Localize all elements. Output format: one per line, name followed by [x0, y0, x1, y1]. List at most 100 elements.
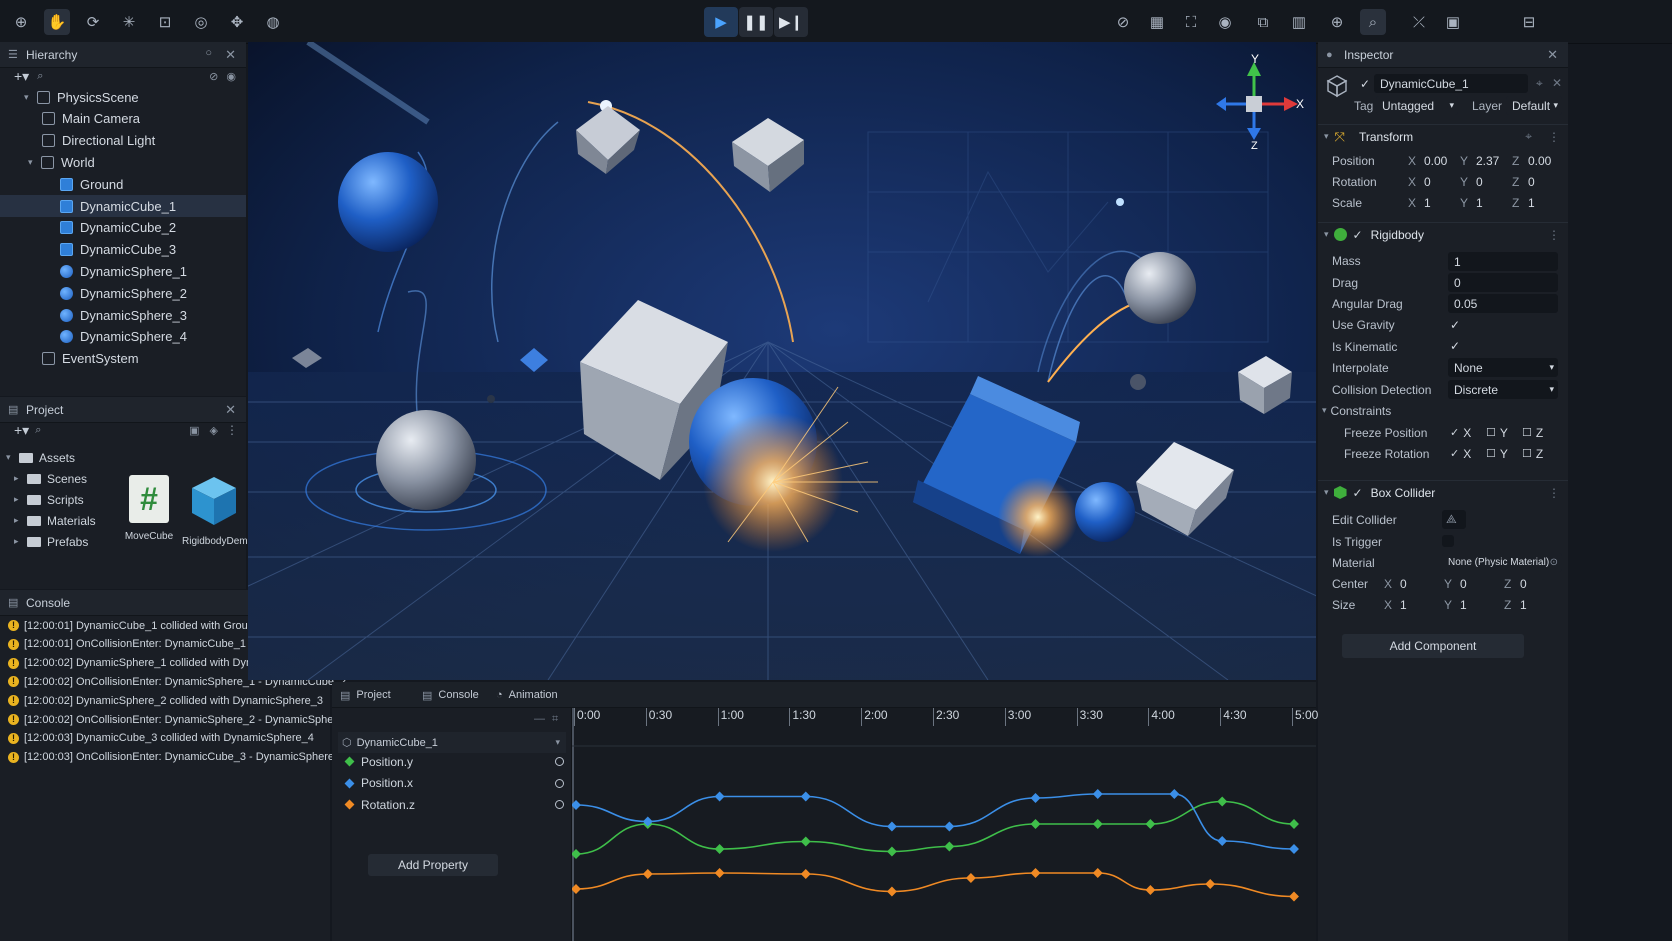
tab-console[interactable]: ▤ Console	[422, 682, 479, 708]
interpolate-dropdown[interactable]: None ▾	[1448, 358, 1558, 377]
tab-animation[interactable]: ◔ Animation	[496, 682, 558, 708]
close-icon[interactable]: ✕	[1552, 76, 1562, 90]
asset-rigidbodydemo[interactable]: RigidbodyDemo	[182, 475, 253, 547]
transform-gizmo-icon[interactable]: ⊕	[8, 9, 34, 35]
freeze-x-toggle[interactable]: ✓ X	[1450, 423, 1471, 442]
orientation-gizmo[interactable]: Y X Z	[1214, 52, 1306, 154]
chevron-down-icon[interactable]: ▾	[24, 92, 34, 103]
transform-z-field[interactable]: Z1	[1512, 194, 1535, 213]
hierarchy-item[interactable]: DynamicCube_2	[0, 217, 246, 239]
animation-track[interactable]: Rotation.z	[344, 794, 564, 815]
clip-object-row[interactable]: ⬡ DynamicCube_1 ▾	[338, 732, 566, 753]
tab-project[interactable]: ▤ Project	[340, 682, 391, 708]
x-field[interactable]: X0	[1384, 574, 1407, 593]
pause-button[interactable]: ❚❚	[739, 7, 773, 37]
project-search[interactable]: +▾ ⌕ ▣ ◈ ⋮	[6, 420, 240, 440]
transform-y-field[interactable]: Y0	[1460, 172, 1483, 191]
transform-x-field[interactable]: X0	[1408, 172, 1431, 191]
layers-icon[interactable]: ⧉	[1250, 9, 1276, 35]
lock-icon[interactable]: ○	[205, 47, 212, 59]
enabled-check[interactable]: ✓	[1353, 228, 1363, 242]
account-icon[interactable]: ⊟	[1516, 9, 1542, 35]
position-x-keyframe[interactable]	[572, 800, 581, 810]
console-line[interactable]: ! [12:00:01] DynamicCube_1 collided with …	[8, 616, 260, 635]
use-gravity-checkbox[interactable]: ✓	[1450, 318, 1460, 332]
position-y-keyframe[interactable]	[572, 849, 581, 859]
enabled-check[interactable]: ✓	[1353, 486, 1363, 500]
play-button[interactable]: ▶	[704, 7, 738, 37]
position-x-keyframe[interactable]	[1289, 844, 1299, 854]
asset-movecube[interactable]: # MoveCube	[124, 475, 174, 542]
layer-dropdown[interactable]: Default ▾	[1506, 96, 1562, 115]
add-icon[interactable]: +▾	[14, 68, 29, 85]
position-y-keyframe[interactable]	[1289, 819, 1299, 829]
position-y-keyframe[interactable]	[1030, 819, 1041, 829]
search-icon[interactable]: ⌕	[1360, 9, 1386, 35]
active-checkbox[interactable]: ✓	[1360, 77, 1370, 91]
rotation-z-keyframe[interactable]	[886, 886, 897, 897]
more-icon[interactable]: ⋮	[1548, 228, 1560, 242]
edit-collider-button[interactable]: ⟁	[1442, 510, 1466, 529]
animation-track[interactable]: Position.x	[344, 773, 564, 794]
globe-icon[interactable]: ◍	[260, 9, 286, 35]
save-search-icon[interactable]: ▣	[189, 424, 199, 437]
label-icon[interactable]: ◈	[210, 424, 218, 437]
add-component-button[interactable]: Add Component	[1342, 634, 1524, 658]
collision-detection-dropdown[interactable]: Discrete ▾	[1448, 380, 1558, 399]
drag-field[interactable]: 0	[1448, 273, 1558, 292]
record-circle-icon[interactable]	[555, 778, 564, 788]
chevron-down-icon[interactable]: ▾	[28, 157, 38, 168]
rotation-z-keyframe[interactable]	[965, 873, 976, 883]
timeline-area[interactable]: 0:00 0:30 1:00 1:30 2:00 2:30 3:00 3:30 4:00 4:30…	[572, 708, 1318, 941]
position-x-keyframe[interactable]	[886, 821, 897, 832]
pin-icon[interactable]: ⌖	[1536, 76, 1543, 91]
mass-field[interactable]: 1	[1448, 252, 1558, 271]
move-tool-icon[interactable]: ✥	[224, 9, 250, 35]
z-field[interactable]: Z0	[1504, 574, 1527, 593]
collapse-icon[interactable]: —	[534, 713, 545, 725]
console-line[interactable]: ! [12:00:02] DynamicSphere_2 collided wit…	[8, 691, 323, 710]
hierarchy-item[interactable]: EventSystem	[0, 348, 246, 370]
snap-icon[interactable]: ⊘	[1110, 9, 1136, 35]
hierarchy-item[interactable]: DynamicSphere_3	[0, 304, 246, 326]
console-line[interactable]: ! [12:00:02] OnCollisionEnter: DynamicSph…	[8, 710, 355, 729]
transform-x-field[interactable]: X1	[1408, 194, 1431, 213]
chevron-right-icon[interactable]: ▸	[14, 473, 24, 484]
position-x-keyframe[interactable]	[1169, 789, 1180, 799]
chevron-right-icon[interactable]: ▸	[14, 515, 24, 526]
transform-header[interactable]: ▾ ⤧ Transform ⌖ ⋮	[1318, 124, 1568, 148]
hierarchy-search[interactable]: +▾ ⌕ ⊘ ◉	[6, 66, 240, 86]
zoom-in-icon[interactable]: ⊕	[1324, 9, 1350, 35]
position-y-keyframe[interactable]	[714, 844, 725, 854]
transform-y-field[interactable]: Y 2.37	[1460, 151, 1499, 170]
rotation-z-curve[interactable]	[575, 872, 1295, 898]
chevron-down-icon[interactable]: ▾	[6, 452, 16, 463]
camera-icon[interactable]: ◉	[1212, 9, 1238, 35]
project-folder[interactable]: ▸ Scenes	[0, 468, 87, 489]
material-field[interactable]: None (Physic Material) ⊙	[1442, 553, 1562, 572]
stats-icon[interactable]: ▥	[1286, 9, 1312, 35]
rotation-z-keyframe[interactable]	[800, 869, 811, 879]
freeze-y-toggle[interactable]: ☐ Y	[1486, 423, 1508, 442]
target-icon[interactable]: ⊙	[1550, 557, 1558, 568]
position-x-keyframe[interactable]	[1030, 793, 1041, 803]
hierarchy-item[interactable]: ▾ World	[0, 151, 246, 173]
project-folder[interactable]: ▸ Prefabs	[0, 531, 88, 552]
hierarchy-item[interactable]: Directional Light	[0, 130, 246, 152]
target-icon[interactable]: ◎	[188, 9, 214, 35]
step-button[interactable]: ▶❙	[774, 7, 808, 37]
position-y-keyframe[interactable]	[1217, 796, 1228, 807]
chevron-right-icon[interactable]: ▸	[14, 494, 24, 505]
layout-icon[interactable]: ▣	[1440, 9, 1466, 35]
curve-editor[interactable]	[572, 744, 1316, 941]
object-name-field[interactable]: DynamicCube_1	[1374, 74, 1528, 93]
rigidbody-header[interactable]: ▾ ✓ Rigidbody ⋮	[1318, 222, 1568, 246]
freeze-x-toggle[interactable]: ✓ X	[1450, 444, 1471, 463]
position-y-keyframe[interactable]	[800, 836, 811, 847]
rotation-z-keyframe[interactable]	[1092, 868, 1103, 878]
hierarchy-item[interactable]: DynamicCube_3	[0, 239, 246, 261]
scene-vis-icon[interactable]: ◉	[226, 70, 236, 83]
hierarchy-item[interactable]: DynamicSphere_4	[0, 326, 246, 348]
position-y-keyframe[interactable]	[944, 841, 955, 852]
position-y-keyframe[interactable]	[1145, 819, 1156, 829]
